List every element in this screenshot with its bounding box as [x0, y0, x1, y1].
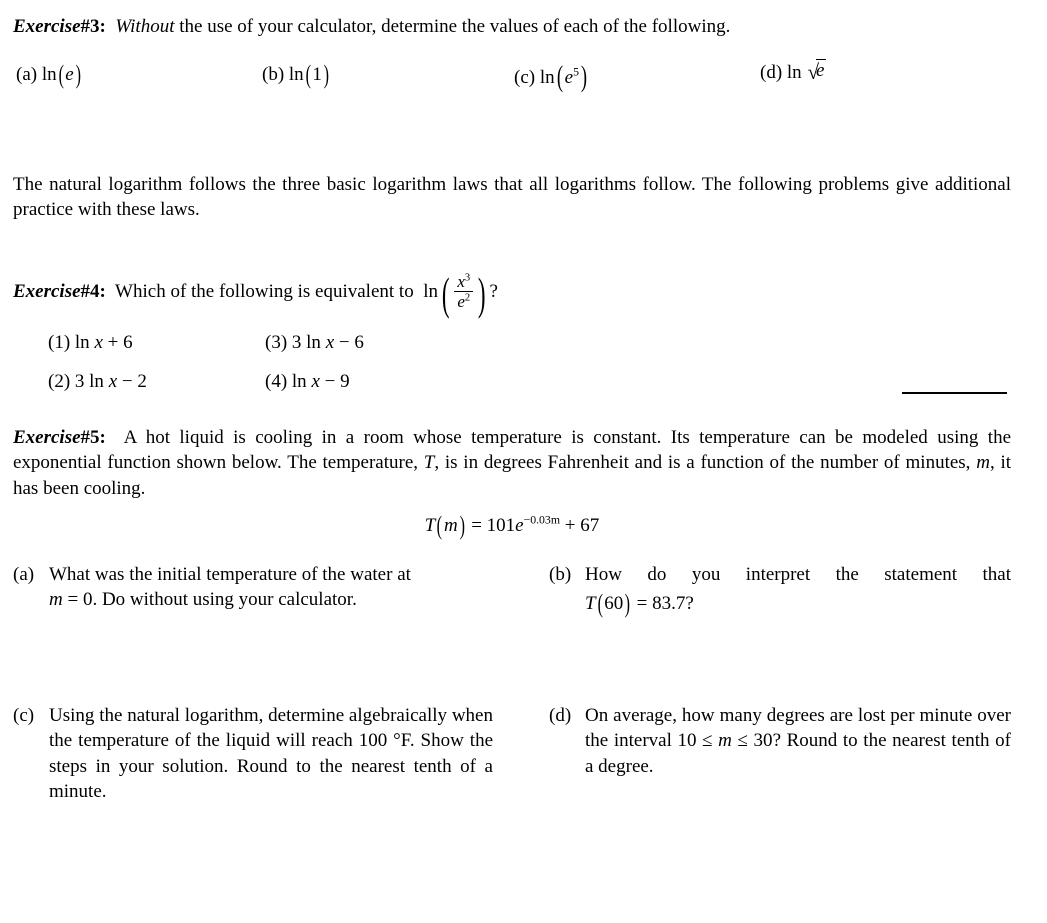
part-c-tag: (c) [514, 67, 536, 88]
choice-3-tag: (3) [265, 332, 288, 353]
part-d-tag: (d) [760, 62, 783, 83]
exercise-5-part-b: (b) How do you interpret the statement t… [549, 564, 1011, 619]
exercise-3-number: #3: [80, 16, 106, 37]
exercise-4-choice-2[interactable]: (2) 3 ln x − 2 [48, 371, 147, 393]
exercise-5-var-T: T [423, 452, 435, 474]
exercise-3-part-b: (b) ln(1) [262, 60, 329, 89]
part-c-tag: (c) [13, 705, 35, 726]
logarithm-laws-paragraph: The natural logarithm follows the three … [13, 174, 1011, 221]
square-root-icon: √e [807, 59, 827, 84]
exercise-4-choice-1[interactable]: (1) ln x + 6 [48, 332, 133, 354]
part-b-tag: (b) [549, 564, 572, 585]
exercise-4-heading: Exercise#4: Which of the following is eq… [13, 268, 498, 319]
exercise-3-label: Exercise [13, 16, 81, 37]
choice-4-tag: (4) [265, 371, 288, 392]
exercise-4-question-mark: ? [489, 281, 498, 302]
exercise-4-choice-3[interactable]: (3) 3 ln x − 6 [265, 332, 364, 354]
exercise-4-number: #4: [80, 281, 106, 302]
exercise-5-formula: T(m) = 101e−0.03m + 67 [424, 511, 600, 540]
exercise-5-part-c: (c) Using the natural logarithm, determi… [13, 705, 493, 802]
exercise-3-prompt: the use of your calculator, determine th… [174, 16, 731, 37]
exercise-4-choice-4[interactable]: (4) ln x − 9 [265, 371, 350, 393]
part-d-tag: (d) [549, 705, 572, 726]
exercise-5-part-a: (a) What was the initial temperature of … [13, 564, 411, 611]
exercise-3-part-a: (a) ln(e) [16, 60, 81, 89]
exercise-5-part-d: (d) On average, how many degrees are los… [549, 705, 1011, 777]
part-b-tag: (b) [262, 64, 285, 85]
exercise-5-var-m: m [976, 452, 990, 474]
exercise-5-number: #5: [80, 427, 106, 448]
fraction-x3-over-e2: x3 e2 [454, 272, 474, 311]
part-a-tag: (a) [13, 564, 35, 585]
exercise-5-label: Exercise [13, 427, 81, 448]
exercise-3-emphasis: Without [115, 16, 175, 37]
part-a-line1: What was the initial temperature of the … [49, 564, 411, 585]
exercise-3-part-d: (d) ln √e [760, 59, 827, 84]
formula-exponent: −0.03m [523, 513, 560, 527]
part-b-line1: How do you interpret the statement that [585, 564, 1011, 585]
exercise-4-label: Exercise [13, 281, 81, 302]
part-b-line2-rest: ? [685, 593, 694, 615]
part-a-line2-rest: . Do without using your calculator. [92, 589, 357, 611]
exercise-5-heading: Exercise#5: A hot liquid is cooling in a… [13, 425, 1011, 501]
exercise-3-part-c: (c) ln(e5) [514, 60, 588, 93]
choice-1-tag: (1) [48, 332, 71, 353]
worksheet-page: Exercise#3: Without the use of your calc… [0, 0, 1047, 923]
exercise-3-heading: Exercise#3: Without the use of your calc… [13, 14, 1033, 39]
exercise-4-prompt: Which of the following is equivalent to [115, 281, 414, 302]
exercise-5-intro-2: , is in degrees Fahrenheit and is a func… [434, 452, 977, 474]
part-a-tag: (a) [16, 64, 38, 85]
exercise-4-answer-blank[interactable] [902, 392, 1007, 394]
choice-2-tag: (2) [48, 371, 71, 392]
